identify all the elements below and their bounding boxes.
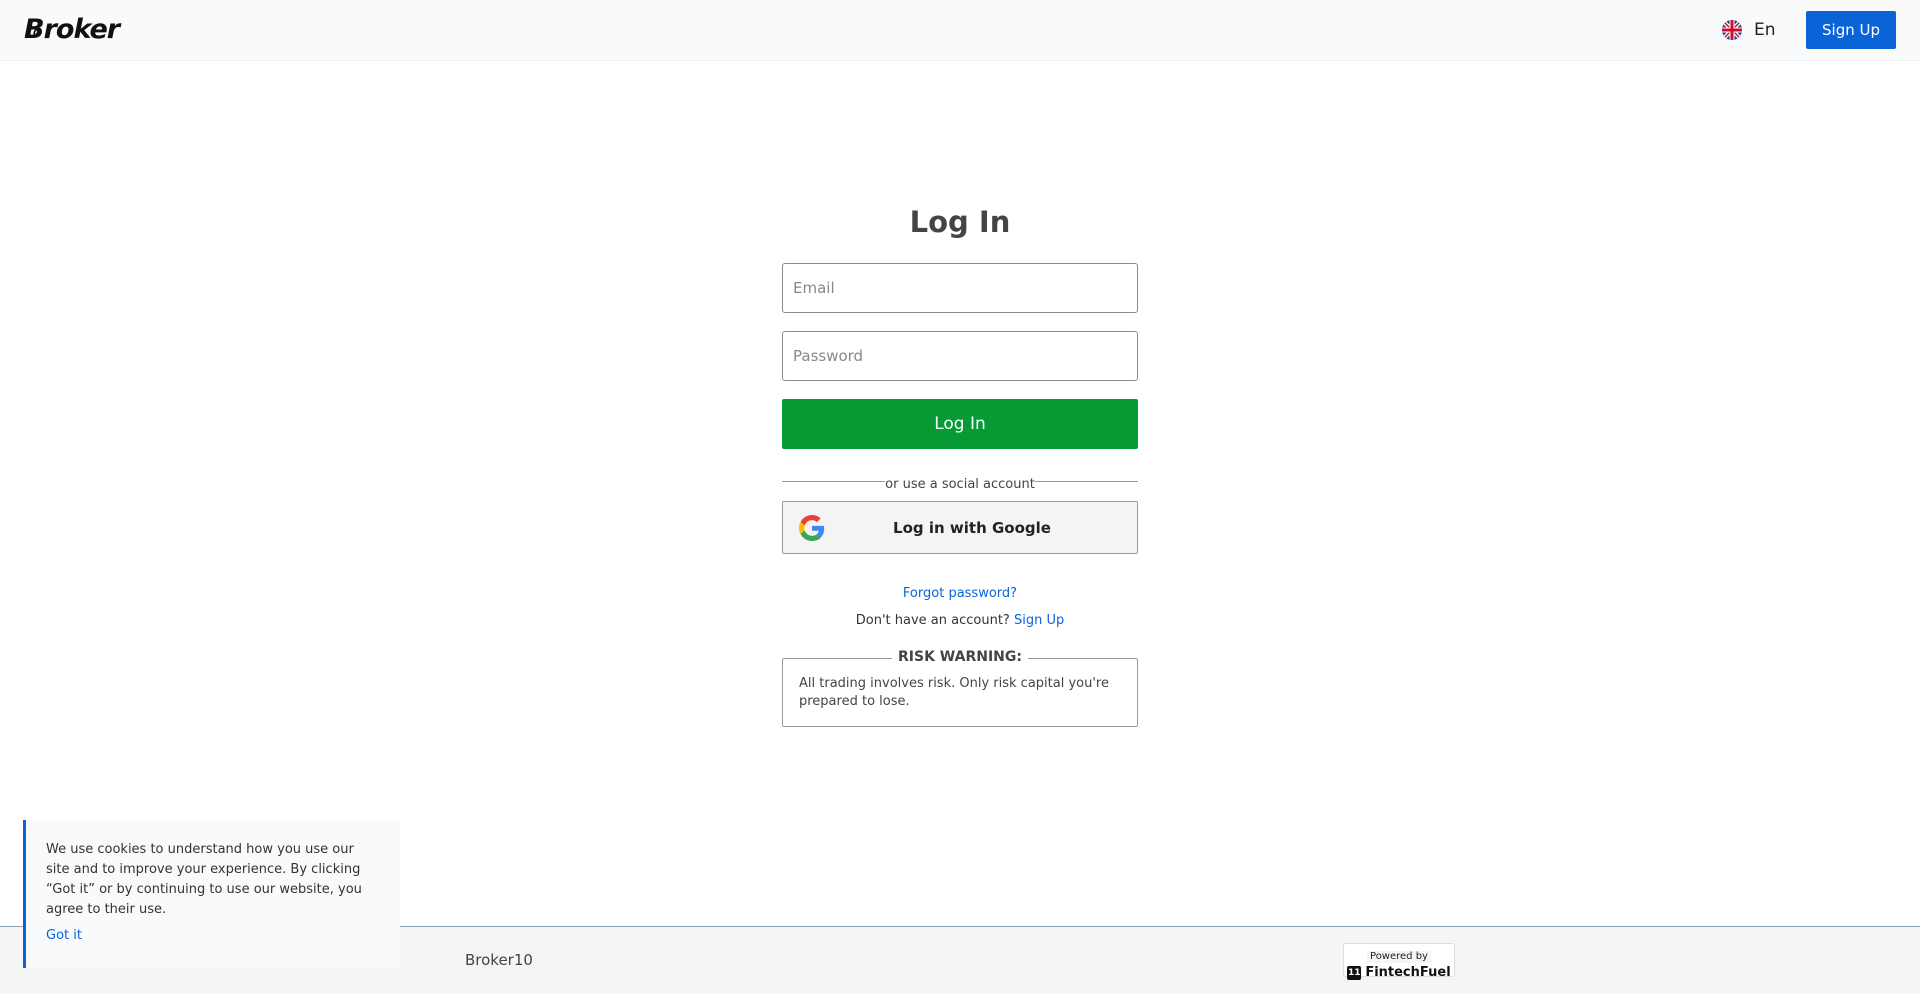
signup-link[interactable]: Sign Up [1014,613,1064,628]
language-label: En [1754,20,1776,40]
login-form: Log In Log In or use a social account Lo… [782,205,1138,727]
logo-mark: 10 [26,28,40,39]
divider-text: or use a social account [885,477,1035,492]
email-input[interactable] [782,263,1138,313]
powered-by-brand: 11 FintechFuel [1344,965,1454,980]
footer-brand: Broker10 [465,951,533,969]
powered-by-label: Powered by [1367,951,1431,963]
language-selector[interactable]: En [1722,18,1776,42]
login-button[interactable]: Log In [782,399,1138,449]
social-divider: or use a social account [782,473,1138,492]
risk-warning-text: All trading involves risk. Only risk cap… [799,676,1109,709]
signup-prompt: Don't have an account? Sign Up [782,613,1138,628]
cookie-banner: We use cookies to understand how you use… [23,820,400,968]
uk-flag-icon [1722,20,1742,40]
password-input[interactable] [782,331,1138,381]
broker-logo[interactable]: 10 Broker [24,14,120,45]
google-icon [799,515,825,541]
fintechfuel-icon: 11 [1347,965,1362,980]
no-account-text: Don't have an account? [855,613,1010,628]
google-login-label: Log in with Google [893,518,1051,537]
powered-brand-name: FintechFuel [1365,965,1451,980]
google-login-button[interactable]: Log in with Google [782,501,1138,554]
cookie-text: We use cookies to understand how you use… [46,842,362,917]
forgot-password-row: Forgot password? [782,582,1138,601]
risk-warning-box: RISK WARNING: All trading involves risk.… [782,649,1138,727]
forgot-password-link[interactable]: Forgot password? [903,586,1017,601]
cookie-accept-button[interactable]: Got it [46,928,82,943]
top-header: 10 Broker En Sign Up [0,0,1920,60]
page-title: Log In [909,205,1011,239]
powered-by-badge[interactable]: Powered by 11 FintechFuel [1343,943,1455,980]
signup-button[interactable]: Sign Up [1806,11,1896,49]
risk-warning-title: RISK WARNING: [892,649,1028,665]
